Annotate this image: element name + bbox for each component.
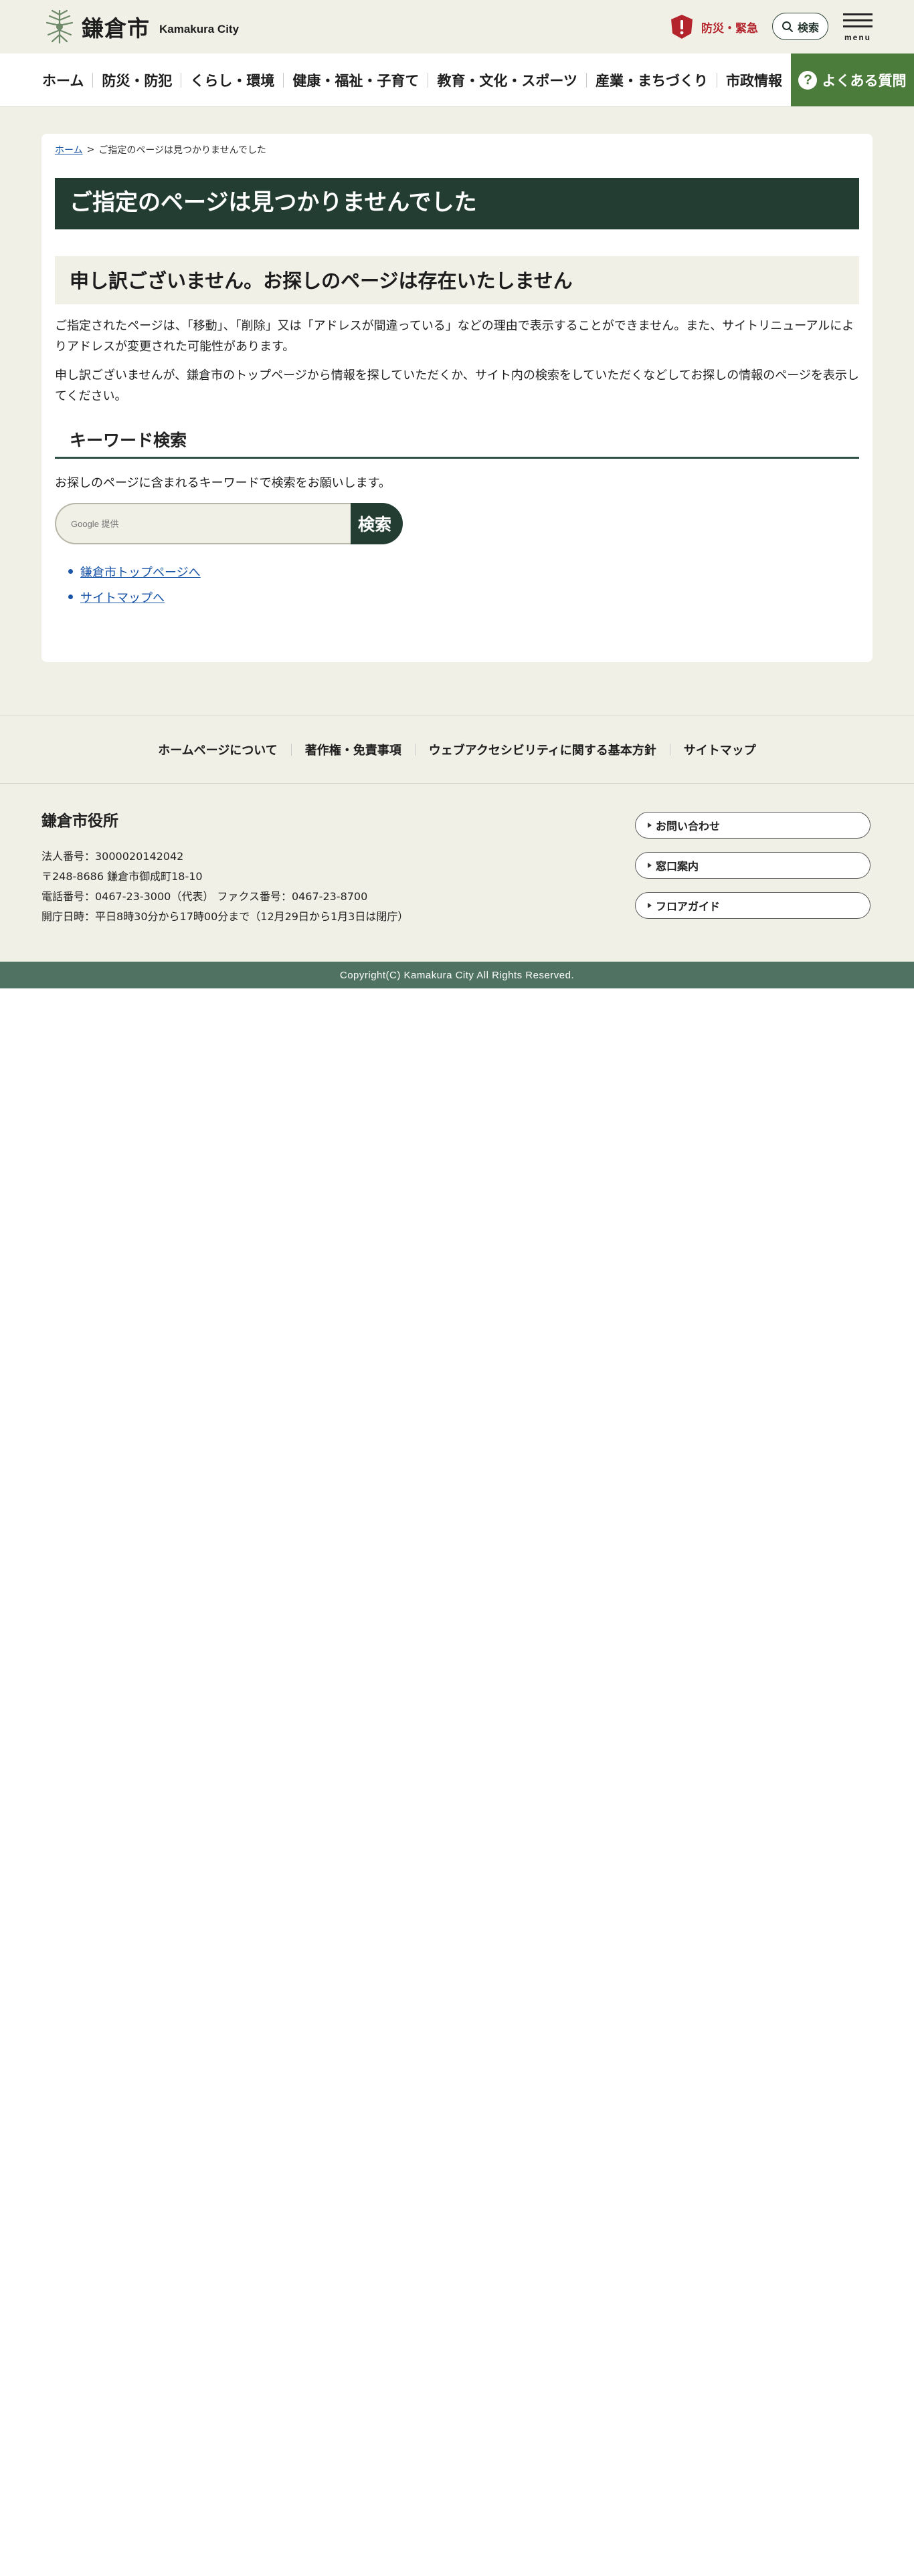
copyright-bar: Copyright(C) Kamakura City All Rights Re…: [0, 962, 914, 988]
nav-item-industry-town[interactable]: 産業・まちづくり: [587, 70, 717, 90]
footer-buttons: お問い合わせ 窓口案内 フロアガイド: [635, 812, 871, 932]
faq-button[interactable]: ? よくある質問: [790, 53, 914, 106]
footer-address: 〒248-8686 鎌倉市御成町18-10: [41, 870, 203, 883]
keyword-search-button[interactable]: 検索: [351, 503, 403, 544]
floor-guide-button[interactable]: フロアガイド: [635, 892, 871, 919]
question-icon: ?: [798, 70, 818, 90]
sitemap-link[interactable]: サイトマップへ: [80, 591, 165, 605]
site-header: 鎌倉市 Kamakura City 防災・緊急 検索 menu: [0, 0, 914, 53]
keyword-search-form: 検索: [55, 503, 403, 544]
nav-item-education-culture[interactable]: 教育・文化・スポーツ: [428, 70, 586, 90]
footer-link-accessibility[interactable]: ウェブアクセシビリティに関する基本方針: [416, 741, 670, 758]
menu-label: menu: [844, 33, 871, 42]
footer-hours: 開庁日時：平日8時30分から17時00分まで（12月29日から1月3日は閉庁）: [41, 910, 409, 923]
alert-icon: [671, 15, 693, 39]
emergency-link[interactable]: 防災・緊急: [669, 13, 758, 40]
keyword-search-heading: キーワード検索: [55, 427, 859, 459]
breadcrumb-current: ご指定のページは見つかりませんでした: [98, 145, 266, 156]
counter-guide-button[interactable]: 窓口案内: [635, 852, 871, 879]
hamburger-menu-button[interactable]: menu: [842, 12, 874, 44]
header-search-button[interactable]: 検索: [772, 13, 828, 40]
main-area: ホーム > ご指定のページは見つかりませんでした ご指定のページは見つかりません…: [0, 107, 914, 716]
site-logo[interactable]: 鎌倉市 Kamakura City: [41, 8, 239, 45]
nav-item-disaster-prevention[interactable]: 防災・防犯: [93, 70, 181, 90]
page-title: ご指定のページは見つかりませんでした: [55, 178, 859, 230]
header-search-label: 検索: [797, 21, 819, 34]
nav-item-home[interactable]: ホーム: [33, 70, 92, 90]
top-page-link[interactable]: 鎌倉市トップページへ: [80, 566, 201, 580]
footer-phone: 電話番号：0467-23-3000（代表） ファクス番号：0467-23-870…: [41, 890, 368, 903]
not-found-heading: 申し訳ございません。お探しのページは存在いたしません: [55, 256, 859, 305]
footer-links: ホームページについて 著作権・免責事項 ウェブアクセシビリティに関する基本方針 …: [0, 716, 914, 784]
nav-item-living-environment[interactable]: くらし・環境: [181, 70, 283, 90]
logo-text-ja: 鎌倉市: [82, 15, 150, 41]
list-item: サイトマップへ: [68, 588, 859, 606]
global-nav-list: ホーム 防災・防犯 くらし・環境 健康・福祉・子育て 教育・文化・スポーツ 産業…: [0, 53, 791, 106]
footer-org-name: 鎌倉市役所: [41, 813, 118, 830]
faq-label: よくある質問: [822, 72, 907, 89]
footer-contact-info: 法人番号：3000020142042 〒248-8686 鎌倉市御成町18-10…: [41, 847, 408, 927]
contact-button[interactable]: お問い合わせ: [635, 812, 871, 839]
list-item: 鎌倉市トップページへ: [68, 563, 859, 580]
footer-info: 鎌倉市役所 法人番号：3000020142042 〒248-8686 鎌倉市御成…: [0, 784, 914, 962]
nav-item-health-welfare[interactable]: 健康・福祉・子育て: [284, 70, 428, 90]
keyword-search-field: [55, 503, 351, 544]
not-found-paragraph-1: ご指定されたページは、「移動」、「削除」又は「アドレスが間違っている」などの理由…: [55, 319, 854, 354]
breadcrumb-separator: >: [86, 144, 95, 155]
search-icon: [782, 21, 793, 32]
not-found-paragraph-2: 申し訳ございませんが、鎌倉市のトップページから情報を探していただくか、サイト内の…: [55, 368, 859, 404]
footer-link-copyright[interactable]: 著作権・免責事項: [292, 741, 415, 758]
emergency-label: 防災・緊急: [701, 21, 758, 35]
related-links: 鎌倉市トップページへ サイトマップへ: [55, 563, 859, 606]
global-nav: ホーム 防災・防犯 くらし・環境 健康・福祉・子育て 教育・文化・スポーツ 産業…: [0, 53, 914, 107]
keyword-search-intro: お探しのページに含まれるキーワードで検索をお願いします。: [55, 476, 391, 490]
breadcrumb: ホーム > ご指定のページは見つかりませんでした: [55, 143, 859, 156]
content-card: ホーム > ご指定のページは見つかりませんでした ご指定のページは見つかりません…: [41, 134, 873, 662]
nav-item-city-admin[interactable]: 市政情報: [717, 70, 791, 90]
keyword-search-input[interactable]: [71, 518, 351, 529]
footer-corporate-number: 法人番号：3000020142042: [41, 850, 184, 863]
footer-link-sitemap[interactable]: サイトマップ: [670, 741, 769, 758]
footer-link-about[interactable]: ホームページについて: [145, 741, 291, 758]
breadcrumb-home-link[interactable]: ホーム: [55, 143, 83, 156]
logo-text-en: Kamakura City: [159, 23, 240, 35]
kamakura-logo-icon: [45, 9, 74, 44]
